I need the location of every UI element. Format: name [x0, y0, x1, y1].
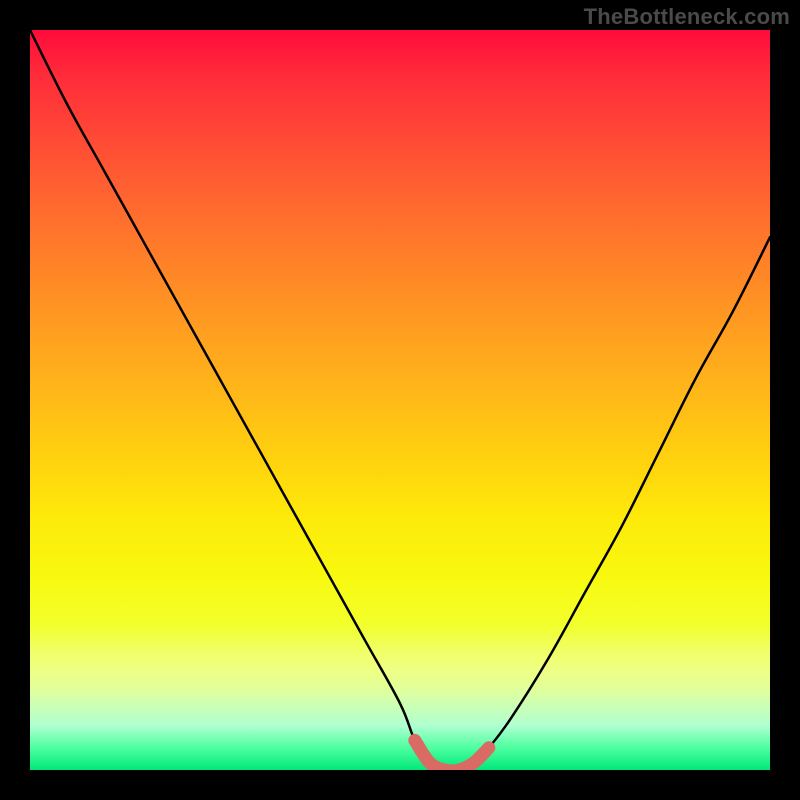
watermark-text: TheBottleneck.com: [584, 4, 790, 30]
chart-frame: TheBottleneck.com: [0, 0, 800, 800]
chart-svg: [30, 30, 770, 770]
plot-area: [30, 30, 770, 770]
flat-bottom-highlight: [415, 740, 489, 770]
bottleneck-curve: [30, 30, 770, 770]
